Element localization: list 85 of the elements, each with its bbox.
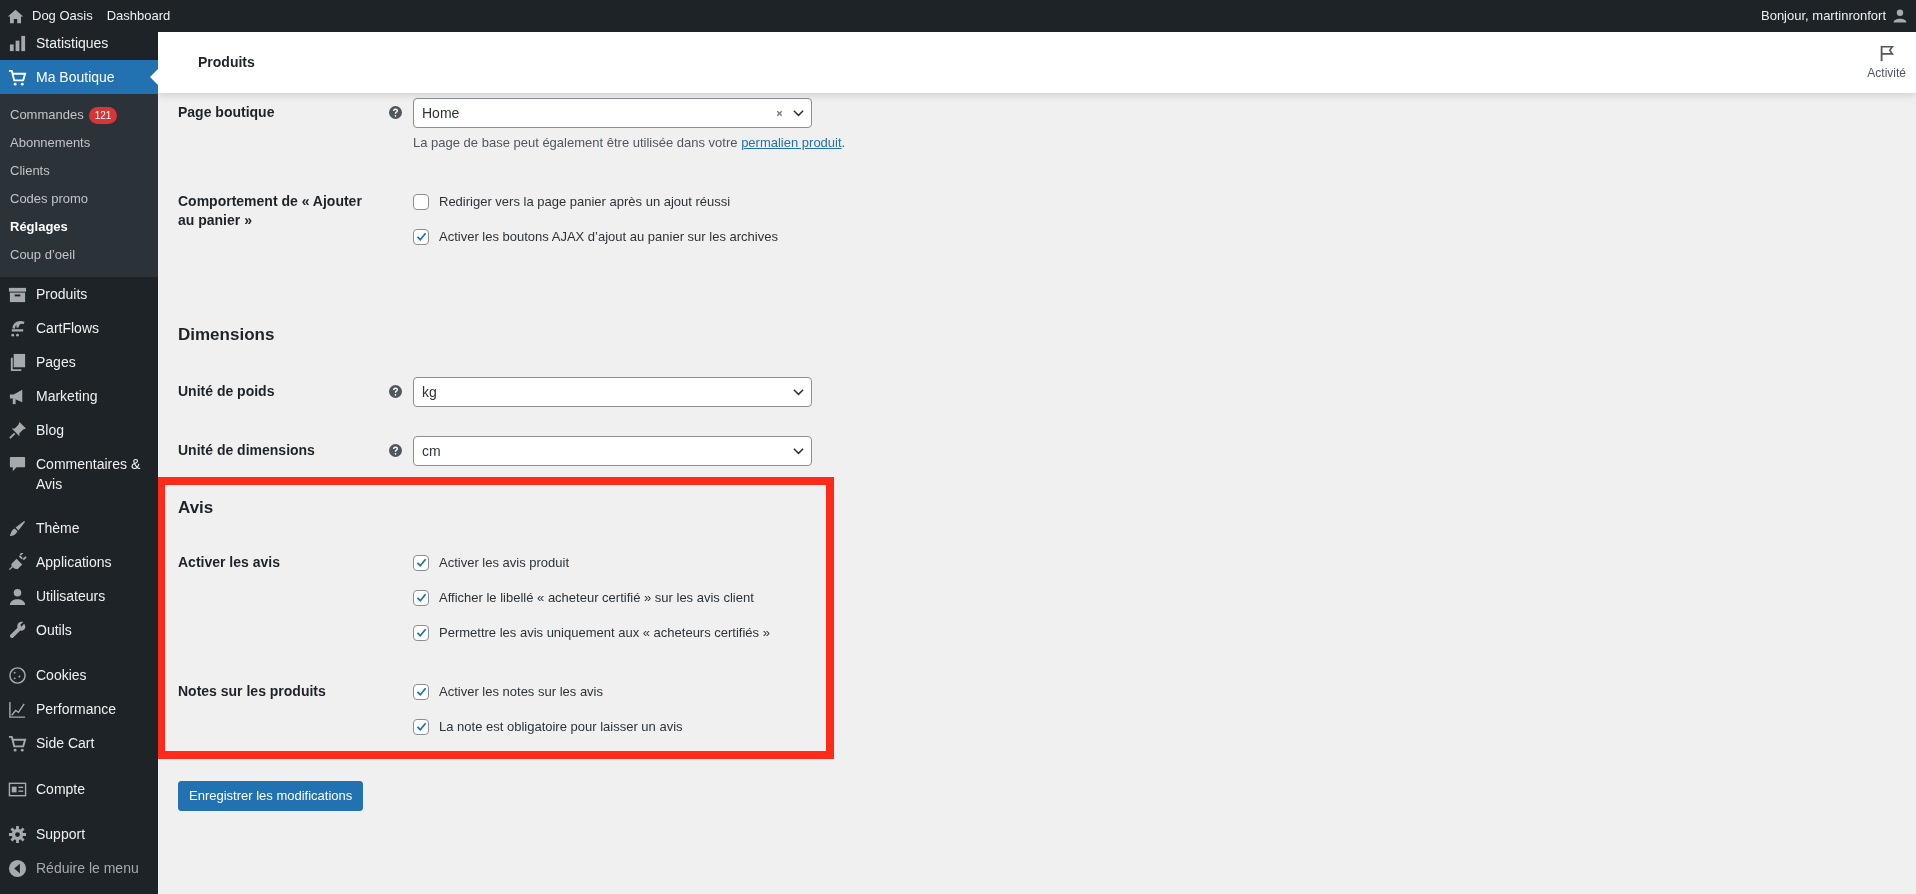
count-badge: 121	[88, 106, 118, 124]
sidebar-item[interactable]: Statistiques	[0, 32, 158, 60]
cart-icon	[8, 734, 27, 753]
checkbox-label: Activer les avis produit	[439, 553, 570, 572]
pages-icon	[8, 353, 27, 372]
cart-icon	[8, 68, 27, 87]
submenu-item[interactable]: Coup d’oeil	[0, 241, 158, 269]
sidebar-item[interactable]: Side Cart	[0, 726, 158, 760]
checkbox[interactable]	[413, 624, 429, 641]
sidebar-item[interactable]: Blog	[0, 413, 158, 447]
checkbox-label: La note est obligatoire pour laisser un avis	[439, 717, 683, 736]
field-label: Unité de dimensions	[178, 441, 316, 460]
home-icon	[7, 7, 24, 25]
dashboard-link[interactable]: Dashboard	[106, 6, 171, 26]
sidebar-item[interactable]: Support	[0, 817, 158, 851]
cookie-icon	[8, 666, 27, 685]
sidebar-item[interactable]: Utilisateurs	[0, 579, 158, 613]
person-icon	[8, 587, 27, 606]
checkbox[interactable]	[413, 589, 429, 606]
checkbox[interactable]	[413, 683, 429, 700]
help-icon	[389, 444, 402, 457]
checkmark-icon	[414, 626, 428, 639]
field-label: Page boutique	[178, 103, 276, 122]
field-label: Comportement de « Ajouter au panier »	[178, 192, 363, 230]
dropdown-field[interactable]: cm	[413, 436, 812, 466]
checkmark-icon	[414, 685, 428, 698]
sidebar-item[interactable]: Thème	[0, 511, 158, 545]
help-icon	[389, 385, 402, 398]
checkbox[interactable]	[413, 193, 429, 210]
sidebar-item[interactable]: Commentaires & Avis	[0, 447, 158, 501]
checkbox-label: Afficher le libellé « acheteur certifié » sur les avis client	[439, 588, 754, 607]
user-icon	[1892, 8, 1908, 24]
checkbox-label: Activer les boutons AJAX d’ajout au panier sur les archives	[439, 227, 778, 246]
submenu-item[interactable]: Abonnements	[0, 129, 158, 157]
dropdown-field[interactable]: kg	[413, 377, 812, 407]
user-greeting-link[interactable]: Bonjour, martinronfort	[1761, 6, 1886, 26]
field-description: La page de base peut également être utilisée dans votre permalien produit.	[413, 134, 846, 152]
collapse-menu-button[interactable]: Réduire le menu	[0, 851, 158, 885]
sidebar-item[interactable]: Produits	[0, 277, 158, 311]
checkbox-label: Activer les notes sur les avis	[439, 682, 603, 701]
activity-button[interactable]: Activité	[1867, 43, 1916, 82]
brush-icon	[8, 519, 27, 538]
line-chart-icon	[8, 700, 27, 719]
checkbox[interactable]	[413, 554, 429, 571]
sidebar-item[interactable]: Performance	[0, 692, 158, 726]
permalink-link[interactable]: permalien produit	[741, 135, 842, 150]
checkbox[interactable]	[413, 718, 429, 735]
id-card-icon	[8, 780, 27, 799]
wrench-icon	[8, 621, 27, 640]
checkmark-icon	[414, 556, 428, 569]
sidebar-item[interactable]: Pages	[0, 345, 158, 379]
sidebar-item[interactable]: Cookies	[0, 658, 158, 692]
checkbox-label: Permettre les avis uniquement aux « acheteurs certifiés »	[439, 623, 770, 642]
plug-icon	[8, 553, 27, 572]
sidebar-item[interactable]: Ma Boutique	[0, 60, 158, 94]
checkbox-label: Rediriger vers la page panier après un ajout réussi	[439, 192, 731, 211]
page-title: Produits	[197, 53, 255, 72]
save-button[interactable]: Enregistrer les modifications	[178, 781, 364, 811]
settings-icon	[8, 825, 27, 844]
clear-icon	[775, 108, 784, 118]
sidebar-item[interactable]: Marketing	[0, 379, 158, 413]
section-heading: Avis	[178, 497, 215, 519]
section-heading: Dimensions	[178, 324, 276, 346]
sidebar-item[interactable]: Applications	[0, 545, 158, 579]
checkmark-icon	[414, 720, 428, 733]
sidebar-item[interactable]: Compte	[0, 772, 158, 806]
field-label: Activer les avis	[178, 553, 281, 572]
bar-chart-icon	[8, 34, 27, 53]
site-name-link[interactable]: Dog Oasis	[32, 6, 93, 26]
dropdown-field[interactable]: Home	[413, 98, 812, 128]
checkbox[interactable]	[413, 228, 429, 245]
submenu-item[interactable]: Commandes 121	[0, 101, 158, 129]
checkmark-icon	[414, 230, 428, 243]
help-icon	[389, 106, 402, 119]
field-label: Notes sur les produits	[178, 682, 327, 701]
submenu-item[interactable]: Réglages	[0, 213, 158, 241]
archive-box-icon	[8, 285, 27, 304]
submenu-item[interactable]: Codes promo	[0, 185, 158, 213]
submenu-item[interactable]: Clients	[0, 157, 158, 185]
sidebar-item[interactable]: Outils	[0, 613, 158, 647]
field-label: Unité de poids	[178, 382, 276, 401]
swirl-icon	[8, 319, 27, 338]
sidebar-item[interactable]: CartFlows	[0, 311, 158, 345]
checkmark-icon	[414, 591, 428, 604]
pin-icon	[8, 421, 27, 440]
